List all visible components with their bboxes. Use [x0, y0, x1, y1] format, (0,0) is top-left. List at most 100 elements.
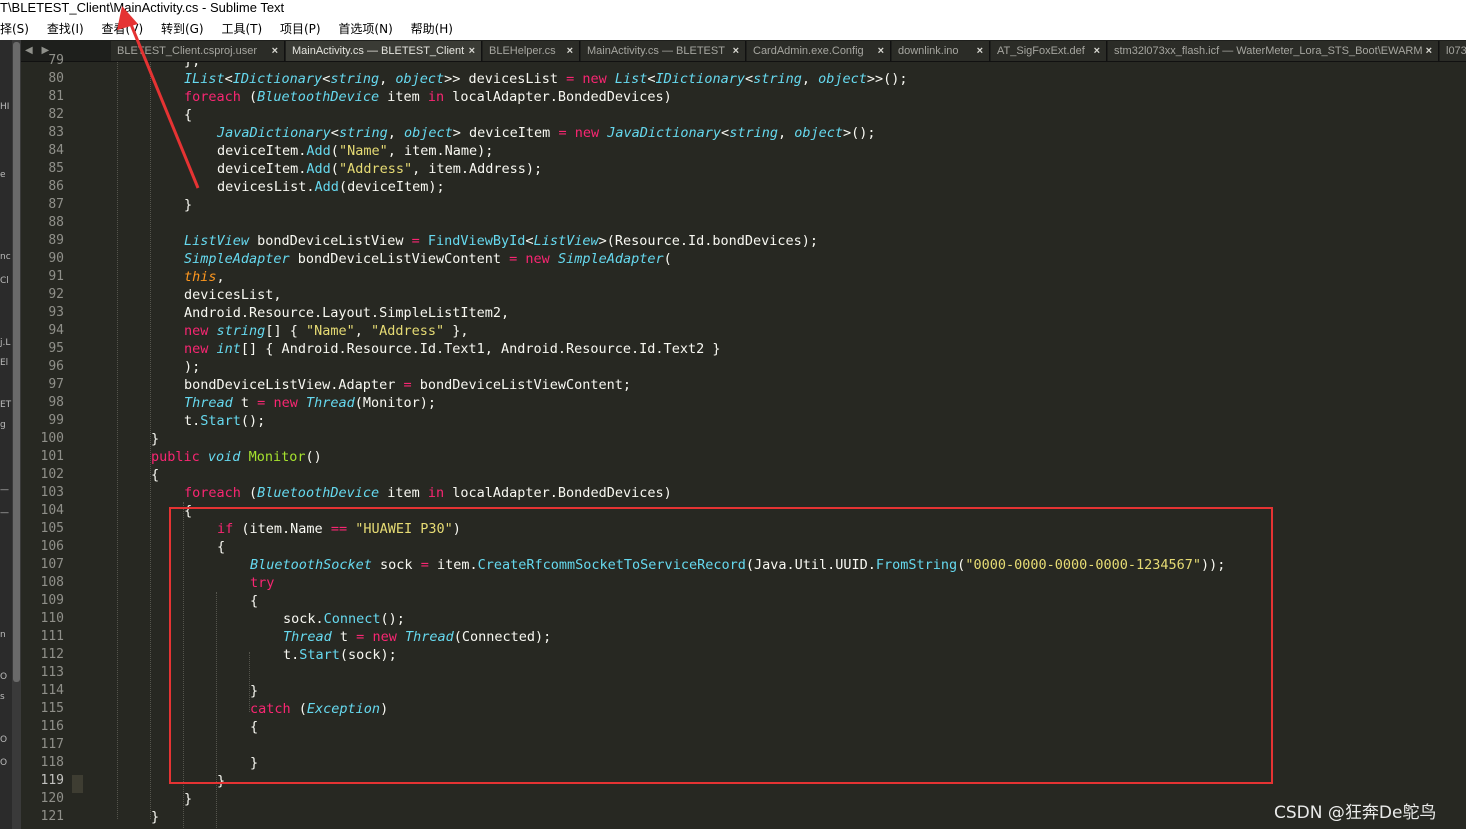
scrollbar-thumb[interactable]: [13, 42, 20, 682]
code-token: Thread: [305, 395, 355, 411]
line-number: 117: [40, 737, 64, 752]
line-number: 114: [40, 683, 64, 698]
code-token: deviceItem.: [217, 161, 307, 177]
menu-item-goto[interactable]: 转到(G): [161, 18, 204, 40]
code-token: }: [184, 791, 193, 807]
line-number: 109: [40, 593, 64, 608]
tab-close-icon[interactable]: ×: [1094, 41, 1100, 61]
code-line: {: [151, 466, 159, 484]
tab-5[interactable]: downlink.ino ×: [892, 41, 990, 61]
code-token: <: [224, 71, 233, 87]
code-token: IList: [184, 71, 225, 87]
code-token: "Address": [338, 161, 413, 177]
code-token: (: [240, 485, 258, 501]
line-number: 79: [48, 53, 64, 68]
menu-item-help[interactable]: 帮助(H): [411, 18, 453, 40]
code-line: devicesList.Add(deviceItem);: [217, 178, 445, 196]
code-token: string: [729, 125, 778, 141]
code-token: > deviceItem: [452, 125, 559, 141]
code-token: =: [566, 71, 575, 87]
code-token: this: [184, 269, 217, 285]
tab-3[interactable]: MainActivity.cs — BLETEST ×: [581, 41, 746, 61]
code-token: },: [444, 323, 469, 339]
code-token: FindViewById: [427, 233, 526, 249]
tab-1[interactable]: MainActivity.cs — BLETEST_Client ×: [286, 41, 482, 61]
code-line: new int[] { Android.Resource.Id.Text1, A…: [184, 340, 720, 358]
tab-8[interactable]: l073xx_fla: [1440, 41, 1466, 61]
code-token: public: [151, 449, 200, 465]
tab-6[interactable]: AT_SigFoxExt.def ×: [991, 41, 1107, 61]
tab-close-icon[interactable]: ×: [272, 41, 278, 61]
tab-close-icon[interactable]: ×: [469, 41, 475, 61]
side-panel-scrollbar[interactable]: [12, 40, 21, 829]
code-token: [] { Android.Resource.Id.Text1, Android.…: [240, 341, 721, 357]
indent-guide: [117, 62, 118, 819]
code-token: JavaDictionary: [607, 125, 722, 141]
tab-bar: ◀ ▶ BLETEST_Client.csproj.user × MainActiv…: [21, 40, 1466, 62]
code-token: <: [525, 233, 534, 249]
line-number: 95: [48, 341, 64, 356]
menu-item-preferences[interactable]: 首选项(N): [338, 18, 392, 40]
code-token: }: [184, 197, 193, 213]
tab-close-icon[interactable]: ×: [977, 41, 983, 61]
watermark: CSDN @狂奔De鸵鸟: [1274, 803, 1437, 823]
code-token: new: [273, 395, 298, 411]
line-number: 111: [40, 629, 64, 644]
tab-label: MainActivity.cs — BLETEST_Client: [292, 45, 465, 57]
menu-item-select[interactable]: 择(S): [0, 18, 29, 40]
code-token: (: [240, 89, 258, 105]
menu-item-view[interactable]: 查看(V): [102, 18, 144, 40]
code-token: };: [184, 62, 200, 69]
tab-close-icon[interactable]: ×: [733, 41, 739, 61]
code-line: }: [184, 790, 192, 808]
line-number: 110: [40, 611, 64, 626]
tab-0[interactable]: BLETEST_Client.csproj.user ×: [111, 41, 285, 61]
side-panel-text: nc: [0, 252, 11, 262]
tab-4[interactable]: CardAdmin.exe.Config ×: [747, 41, 891, 61]
code-token: bondDeviceListView: [249, 233, 412, 249]
code-token: {: [184, 107, 193, 123]
side-panel-text: e: [0, 170, 6, 180]
code-token: Thread: [184, 395, 233, 411]
code-token: );: [184, 359, 201, 375]
tab-close-icon[interactable]: ×: [567, 41, 573, 61]
tab-close-icon[interactable]: ×: [878, 41, 884, 61]
code-token: bondDeviceListViewContent;: [411, 377, 632, 393]
tab-label: BLETEST_Client.csproj.user: [117, 45, 257, 57]
menu-item-project[interactable]: 项目(P): [280, 18, 321, 40]
menu-item-tools[interactable]: 工具(T): [221, 18, 262, 40]
code-token: <: [744, 71, 754, 87]
tab-close-icon[interactable]: ×: [1426, 41, 1432, 61]
code-line: deviceItem.Add("Name", item.Name);: [217, 142, 493, 160]
tab-2[interactable]: BLEHelper.cs ×: [483, 41, 580, 61]
line-number: 118: [40, 755, 64, 770]
code-token: >> devicesList: [444, 71, 567, 87]
code-token: ();: [240, 413, 266, 429]
tab-label: MainActivity.cs — BLETEST: [587, 45, 725, 57]
code-token: Android.Resource.Layout.SimpleListItem2,: [184, 305, 510, 321]
code-token: Start: [200, 413, 241, 429]
line-number: 103: [40, 485, 64, 500]
line-number: 81: [48, 89, 64, 104]
tab-7[interactable]: stm32l073xx_flash.icf — WaterMeter_Lora_…: [1108, 41, 1439, 61]
line-number: 99: [48, 413, 64, 428]
code-token: SimpleAdapter: [184, 251, 290, 267]
code-token: devicesList.: [217, 179, 315, 195]
code-token: ,: [354, 323, 371, 339]
code-token: <: [647, 71, 656, 87]
tab-label: BLEHelper.cs: [489, 45, 556, 57]
code-line: foreach (BluetoothDevice item in localAd…: [184, 484, 672, 502]
code-line: );: [184, 358, 200, 376]
line-number: 92: [48, 287, 64, 302]
line-number: 98: [48, 395, 64, 410]
menu-item-find[interactable]: 查找(I): [47, 18, 84, 40]
code-token: Monitor: [248, 449, 306, 465]
code-token: in: [427, 485, 445, 501]
line-number: 106: [40, 539, 64, 554]
